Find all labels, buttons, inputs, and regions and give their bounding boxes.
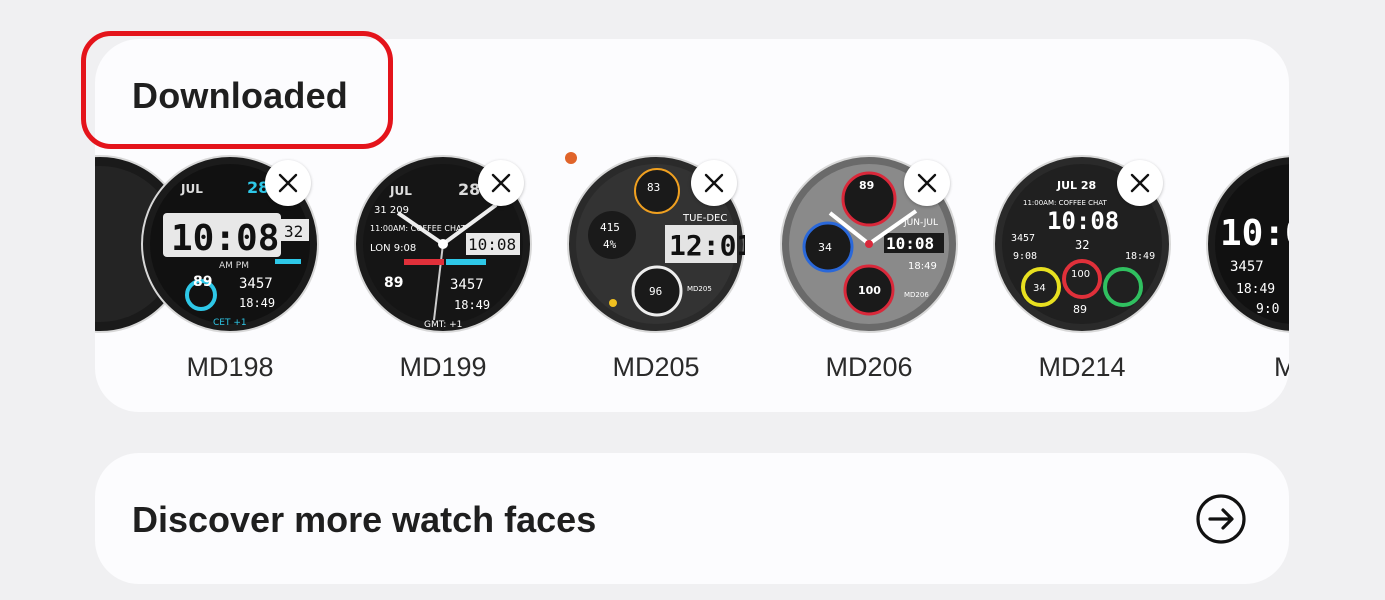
close-icon [1130,173,1150,193]
face-label-md206: MD206 [825,352,913,382]
svg-text:18:49: 18:49 [1236,282,1275,297]
svg-text:JUL: JUL [389,184,412,198]
svg-text:JUL: JUL [180,182,203,196]
svg-text:JUL 28: JUL 28 [1056,179,1096,192]
svg-text:10:08: 10:08 [1047,207,1119,235]
svg-text:9:08: 9:08 [1013,251,1037,262]
close-icon [278,173,298,193]
discover-more-label: Discover more watch faces [132,499,597,540]
svg-text:96: 96 [649,285,662,298]
svg-text:3457: 3457 [450,277,484,293]
close-icon [917,173,937,193]
svg-text:3457: 3457 [1230,259,1264,275]
face-label-md198: MD198 [186,352,274,382]
face-label-md205: MD205 [612,352,700,382]
remove-md206-button[interactable] [904,160,950,206]
svg-text:34: 34 [818,241,832,254]
watch-face-partial-right[interactable]: 10:0 3457 18:49 9:0 [1206,155,1289,333]
svg-text:34: 34 [1033,283,1046,294]
svg-text:9:0: 9:0 [1256,302,1279,317]
svg-text:89: 89 [1073,303,1087,316]
svg-text:89: 89 [384,275,403,291]
svg-text:10:08: 10:08 [468,235,516,254]
svg-text:32: 32 [1075,238,1089,252]
svg-text:89: 89 [859,179,874,192]
remove-md199-button[interactable] [478,160,524,206]
svg-text:100: 100 [858,284,881,297]
remove-md198-button[interactable] [265,160,311,206]
svg-text:3457: 3457 [239,276,273,292]
svg-text:83: 83 [647,181,660,194]
face-label-partial: MD [1274,352,1289,382]
svg-text:GMT: +1: GMT: +1 [424,320,462,330]
svg-text:18:49: 18:49 [454,298,490,312]
svg-text:11:00AM: COFFEE CHAT: 11:00AM: COFFEE CHAT [1023,199,1108,207]
svg-text:AM PM: AM PM [219,261,249,271]
svg-text:18:49: 18:49 [908,261,937,272]
svg-text:89: 89 [193,274,212,290]
highlight-annotation-box [81,31,393,149]
svg-text:100: 100 [1071,269,1090,280]
svg-text:18:49: 18:49 [1125,251,1155,262]
svg-text:32: 32 [284,222,303,241]
svg-text:LON 9:08: LON 9:08 [370,243,416,254]
close-icon [491,173,511,193]
svg-text:MD206: MD206 [904,291,929,299]
svg-text:18:49: 18:49 [239,296,275,310]
svg-text:4%: 4% [603,238,617,251]
svg-text:10:08: 10:08 [171,218,279,259]
close-icon [704,173,724,193]
svg-text:TUE-DEC: TUE-DEC [682,213,727,224]
remove-md205-button[interactable] [691,160,737,206]
face-label-md214: MD214 [1038,352,1126,382]
svg-text:10:0: 10:0 [1220,213,1289,254]
face-label-md199: MD199 [399,352,487,382]
svg-text:10:08: 10:08 [886,234,934,253]
svg-text:28: 28 [458,180,480,199]
svg-text:MD205: MD205 [687,285,712,293]
discover-more-card[interactable]: Discover more watch faces [95,453,1289,584]
svg-text:CET +1: CET +1 [213,318,247,328]
svg-text:31 209: 31 209 [374,205,409,216]
svg-text:415: 415 [600,221,620,234]
remove-md214-button[interactable] [1117,160,1163,206]
svg-text:JUN-JUL: JUN-JUL [903,218,938,228]
svg-text:3457: 3457 [1011,233,1035,244]
svg-text:12:01: 12:01 [669,229,745,262]
arrow-right-circle-icon[interactable] [1195,493,1247,545]
